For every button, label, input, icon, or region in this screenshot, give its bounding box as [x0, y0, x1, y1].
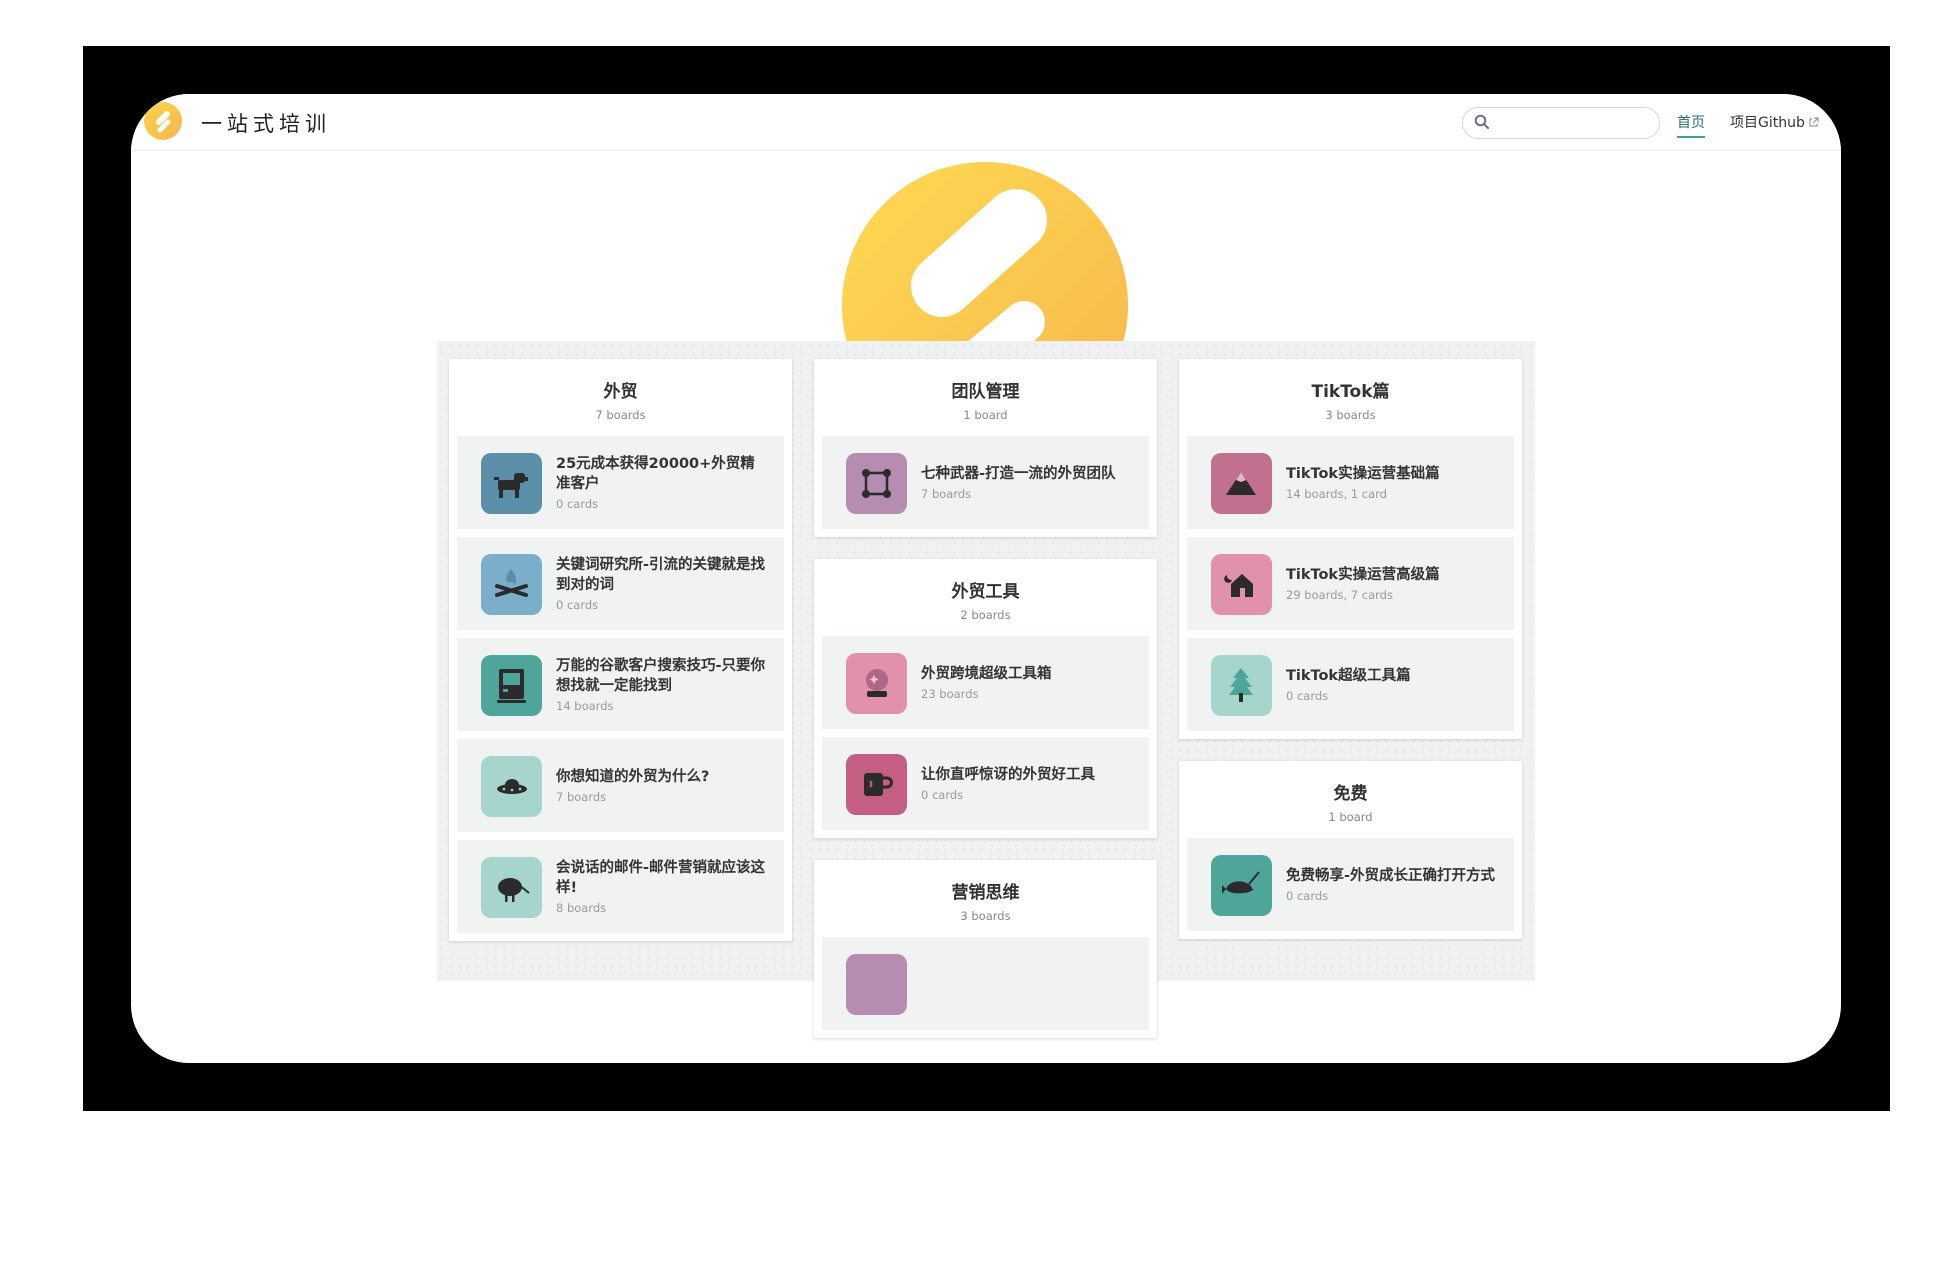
crystal-ball-icon: [846, 652, 907, 714]
card-count: 7 boards: [921, 487, 972, 501]
board-card[interactable]: 七种武器-打造一流的外贸团队 7 boards: [822, 436, 1149, 529]
card-title: TikTok实操运营高级篇: [1286, 567, 1440, 583]
board-card[interactable]: TikTok实操运营基础篇 14 boards, 1 card: [1187, 436, 1514, 529]
mug-icon: [846, 753, 907, 815]
card-count: 0 cards: [556, 497, 599, 511]
nav-github-link[interactable]: 项目Github: [1730, 112, 1819, 132]
panel-subtitle: 1 board: [963, 408, 1008, 422]
card-title: TikTok超级工具篇: [1286, 668, 1411, 684]
card-title: 七种武器-打造一流的外贸团队: [921, 466, 1116, 482]
board-card[interactable]: TikTok实操运营高级篇 29 boards, 7 cards: [1187, 537, 1514, 630]
device-frame: 一站式培训 首页 项目Github 外贸 7 boards 25元成本获得200…: [83, 46, 1890, 1111]
board-panel: 外贸工具 2 boards 外贸跨境超级工具箱 23 boards 让你直呼惊讶的外贸好…: [814, 559, 1157, 838]
card-count: 8 boards: [556, 901, 607, 915]
nav-home-link[interactable]: 首页: [1677, 112, 1705, 138]
card-title: 万能的谷歌客户搜索技巧-只要你想找就一定能找到: [556, 658, 766, 694]
card-count: 23 boards: [921, 687, 979, 701]
panel-subtitle: 7 boards: [595, 408, 646, 422]
board-card[interactable]: 让你直呼惊讶的外贸好工具 0 cards: [822, 737, 1149, 830]
card-title: 会说话的邮件-邮件营销就应该这样!: [556, 860, 766, 896]
panel-title[interactable]: TikTok篇: [1187, 377, 1514, 402]
search-box[interactable]: [1462, 107, 1660, 139]
board-card[interactable]: 会说话的邮件-邮件营销就应该这样! 8 boards: [457, 840, 784, 933]
card-count: 14 boards, 1 card: [1286, 487, 1387, 501]
logo-icon[interactable]: [144, 102, 182, 140]
board-area: 外贸 7 boards 25元成本获得20000+外贸精准客户 0 cards 关键词研…: [437, 341, 1535, 1038]
panel-subtitle: 2 boards: [960, 608, 1011, 622]
board-panel: 营销思维 3 boards: [814, 860, 1157, 1038]
card-title: 让你直呼惊讶的外贸好工具: [921, 767, 1095, 783]
tree-icon: [1211, 654, 1272, 716]
card-title: 外贸跨境超级工具箱: [921, 666, 1052, 682]
ufo-icon: [481, 755, 542, 817]
board-panel: 团队管理 1 board 七种武器-打造一流的外贸团队 7 boards: [814, 359, 1157, 537]
board-panel: TikTok篇 3 boards TikTok实操运营基础篇 14 boards, 1…: [1179, 359, 1522, 739]
board-panel: 外贸 7 boards 25元成本获得20000+外贸精准客户 0 cards 关键词研…: [449, 359, 792, 941]
panel-title[interactable]: 免费: [1187, 779, 1514, 804]
board-card[interactable]: [822, 937, 1149, 1030]
panel-title[interactable]: 外贸工具: [822, 577, 1149, 602]
search-icon: [1474, 114, 1490, 134]
mountain-icon: [1211, 452, 1272, 514]
card-title: TikTok实操运营基础篇: [1286, 466, 1440, 482]
board-card[interactable]: 你想知道的外贸为什么? 7 boards: [457, 739, 784, 832]
board-card[interactable]: 25元成本获得20000+外贸精准客户 0 cards: [457, 436, 784, 529]
house-night-icon: [1211, 553, 1272, 615]
card-count: 0 cards: [1286, 889, 1329, 903]
board-card[interactable]: TikTok超级工具篇 0 cards: [1187, 638, 1514, 731]
board-column: 团队管理 1 board 七种武器-打造一流的外贸团队 7 boards 外贸工具 2 b…: [814, 359, 1157, 1060]
board-column: 外贸 7 boards 25元成本获得20000+外贸精准客户 0 cards 关键词研…: [449, 359, 792, 963]
panel-subtitle: 1 board: [1328, 810, 1373, 824]
card-title: 免费畅享-外贸成长正确打开方式: [1286, 868, 1496, 884]
narwhal-icon: [1211, 854, 1272, 916]
app-screen: 一站式培训 首页 项目Github 外贸 7 boards 25元成本获得200…: [131, 94, 1841, 1063]
board-card[interactable]: 万能的谷歌客户搜索技巧-只要你想找就一定能找到 14 boards: [457, 638, 784, 731]
panel-subtitle: 3 boards: [1325, 408, 1376, 422]
card-count: 0 cards: [921, 788, 964, 802]
top-header: 一站式培训 首页 项目Github: [131, 94, 1841, 151]
site-title[interactable]: 一站式培训: [201, 108, 331, 138]
computer-icon: [481, 654, 542, 716]
card-count: 0 cards: [556, 598, 599, 612]
board-card[interactable]: 关键词研究所-引流的关键就是找到对的词 0 cards: [457, 537, 784, 630]
search-input[interactable]: [1497, 112, 1647, 134]
card-title: 关键词研究所-引流的关键就是找到对的词: [556, 557, 766, 593]
board-icon: [846, 953, 907, 1015]
card-count: 0 cards: [1286, 689, 1329, 703]
campfire-icon: [481, 553, 542, 615]
card-count: 29 boards, 7 cards: [1286, 588, 1393, 602]
card-count: 14 boards: [556, 699, 614, 713]
panel-title[interactable]: 营销思维: [822, 878, 1149, 903]
board-panel: 免费 1 board 免费畅享-外贸成长正确打开方式 0 cards: [1179, 761, 1522, 939]
card-title: 25元成本获得20000+外贸精准客户: [556, 456, 755, 492]
board-column: TikTok篇 3 boards TikTok实操运营基础篇 14 boards, 1…: [1179, 359, 1522, 961]
panel-subtitle: 3 boards: [960, 909, 1011, 923]
kiwi-bird-icon: [481, 856, 542, 918]
dog-icon: [481, 452, 542, 514]
vector-square-icon: [846, 452, 907, 514]
external-link-icon: [1808, 116, 1819, 132]
nav-github-label: 项目Github: [1730, 115, 1805, 131]
board-card[interactable]: 免费畅享-外贸成长正确打开方式 0 cards: [1187, 838, 1514, 931]
panel-title[interactable]: 外贸: [457, 377, 784, 402]
board-card[interactable]: 外贸跨境超级工具箱 23 boards: [822, 636, 1149, 729]
card-title: 你想知道的外贸为什么?: [556, 769, 710, 785]
panel-title[interactable]: 团队管理: [822, 377, 1149, 402]
card-count: 7 boards: [556, 790, 607, 804]
